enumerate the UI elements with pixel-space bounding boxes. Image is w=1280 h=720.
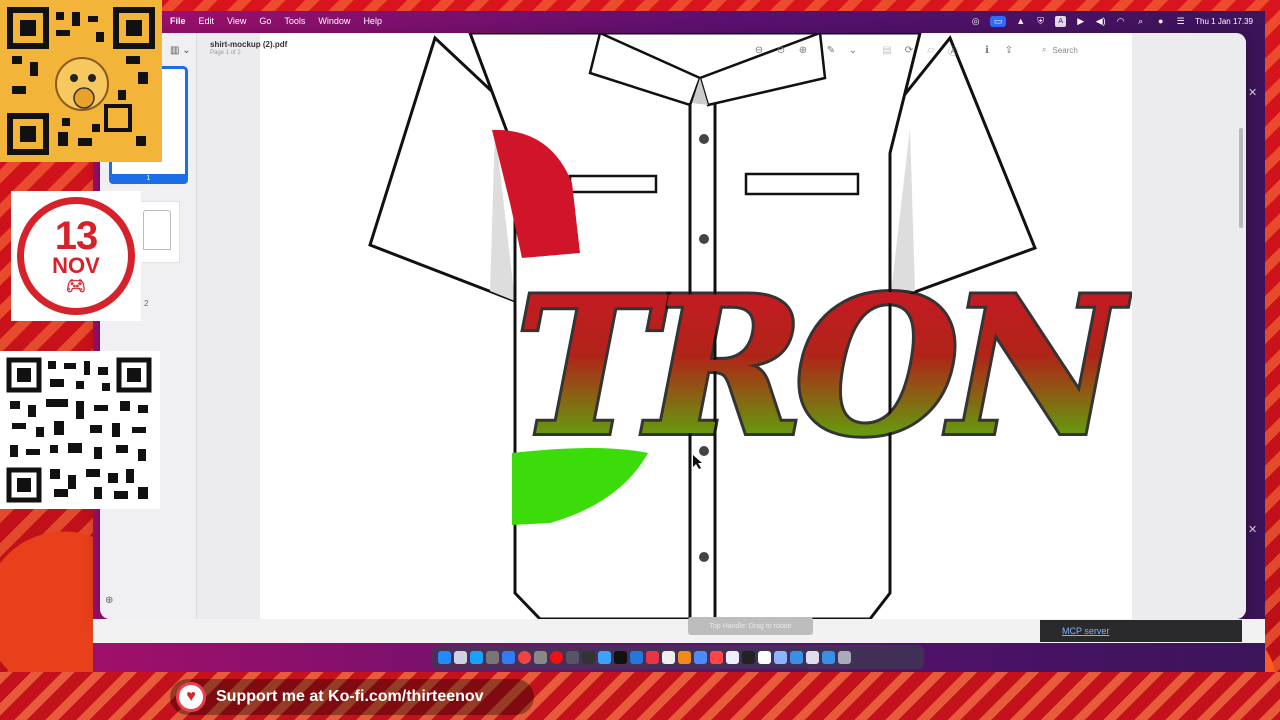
preview-toolbar: ⊖ ⊙ ⊕ ✎ ⌄ ▤ ⟳ ▱ Ⓐ ℹ ⇪ [752, 40, 1016, 60]
volume-icon[interactable]: ◀) [1095, 16, 1106, 27]
menu-help[interactable]: Help [363, 16, 382, 26]
panel-close-icon-bottom[interactable]: ✕ [1248, 523, 1257, 536]
search-icon[interactable]: ⌕ [1135, 16, 1146, 27]
mcp-server-link[interactable]: MCP server [1040, 620, 1242, 642]
document-dock-icon[interactable] [806, 650, 819, 664]
rotate-icon[interactable]: ⟳ [902, 43, 916, 57]
text-input-icon[interactable]: A [1055, 15, 1067, 27]
creative-cloud-icon[interactable]: ◎ [970, 16, 981, 27]
thirteenov-badge: 13 NOV 🎮︎ [11, 191, 141, 321]
badge-number: 13 [54, 214, 98, 258]
vlc-dock-icon[interactable] [678, 650, 691, 664]
app-dock-icon-21[interactable] [758, 650, 771, 664]
info-icon[interactable]: ℹ [980, 43, 994, 57]
folder-dock-icon-1[interactable] [790, 650, 803, 664]
sidebar-toggle-icon[interactable]: ▥ ⌄ [170, 45, 191, 56]
shirt-button-1 [699, 134, 709, 144]
capcut-dock-icon[interactable] [742, 650, 755, 664]
trash-dock-icon[interactable] [838, 650, 851, 664]
document-page-count: Page 1 of 2 [210, 50, 241, 56]
search-field[interactable]: ⌕ Search [1042, 40, 1238, 60]
opera-dock-icon[interactable] [550, 650, 563, 664]
dock [432, 645, 924, 669]
zoom-in-icon[interactable]: ⊕ [796, 43, 810, 57]
app-dock-icon-11[interactable] [598, 650, 611, 664]
qr-code-mascot-image [6, 6, 156, 156]
kofi-banner: ♥ Support me at Ko-fi.com/thirteenov [170, 679, 534, 715]
text-box-icon[interactable]: ▤ [880, 43, 894, 57]
window-title-block: shirt-mockup (2).pdf Page 1 of 2 [210, 40, 287, 56]
app-dock-icon-10[interactable] [582, 650, 595, 664]
gamepad-icon: 🎮︎ [65, 278, 87, 295]
zoom-out-icon[interactable]: ⊖ [752, 43, 766, 57]
control-center-icon[interactable]: ☰ [1175, 16, 1186, 27]
qr-code-bottom-image [6, 357, 152, 503]
preview-dock-icon[interactable] [662, 650, 675, 664]
search-placeholder: Search [1052, 45, 1078, 55]
annotate-circle-icon[interactable]: Ⓐ [946, 43, 960, 58]
utility-dock-icon[interactable] [534, 650, 547, 664]
kofi-heart-icon: ♥ [176, 682, 206, 712]
menu-bar: File Edit View Go Tools Window Help ◎ ▭ … [93, 11, 1265, 31]
shield-icon[interactable]: ⛨ [1035, 16, 1046, 27]
folder-dock-icon-2[interactable] [822, 650, 835, 664]
zoom-fit-icon[interactable]: ⊙ [774, 43, 788, 57]
app-dock-icon-22[interactable] [774, 650, 787, 664]
share-icon[interactable]: ⇪ [1002, 43, 1016, 57]
menu-view[interactable]: View [227, 16, 246, 26]
screen-mirror-icon[interactable]: ▭ [990, 15, 1007, 27]
wifi-icon[interactable]: ◠ [1115, 16, 1126, 27]
badge-month: NOV [52, 253, 100, 278]
chrome-dock-icon[interactable] [518, 650, 531, 664]
pdf-page: TRON [260, 33, 1132, 619]
play-icon[interactable]: ▶ [1075, 16, 1086, 27]
menu-tools[interactable]: Tools [284, 16, 305, 26]
settings-dock-icon[interactable] [486, 650, 499, 664]
app-dock-icon-13[interactable] [630, 650, 643, 664]
terminal-dock-icon[interactable] [614, 650, 627, 664]
highlight-icon[interactable]: ▱ [924, 43, 938, 57]
panel-close-icon-top[interactable]: ✕ [1248, 86, 1257, 99]
app-dock-icon-18[interactable] [710, 650, 723, 664]
thumbnail-page-2-label: 2 [144, 299, 149, 308]
safari-dock-icon[interactable] [502, 650, 515, 664]
menu-edit[interactable]: Edit [199, 16, 215, 26]
siri-icon[interactable]: ● [1155, 16, 1166, 27]
menu-window[interactable]: Window [318, 16, 350, 26]
shirt-button-2 [699, 234, 709, 244]
launchpad-dock-icon[interactable] [454, 650, 467, 664]
qr-code-top [0, 0, 162, 162]
app-store-dock-icon[interactable] [470, 650, 483, 664]
markup-pen-icon[interactable]: ✎ [824, 43, 838, 57]
acrobat-dock-icon[interactable] [646, 650, 659, 664]
vertical-scrollbar[interactable] [1239, 128, 1243, 228]
app-dock-icon-19[interactable] [726, 650, 739, 664]
finder-dock-icon[interactable] [438, 650, 451, 664]
search-magnifier-icon: ⌕ [1042, 45, 1047, 54]
menu-clock[interactable]: Thu 1 Jan 17.39 [1195, 17, 1253, 26]
menu-file[interactable]: File [170, 16, 186, 26]
add-page-icon[interactable]: ⊕ [105, 595, 113, 606]
thumbnail-page-1-label: 1 [109, 174, 188, 184]
document-title: shirt-mockup (2).pdf [210, 40, 288, 49]
shirt-button-4 [699, 552, 709, 562]
shirt-print-text: TRON [515, 255, 1130, 478]
menu-go[interactable]: Go [259, 16, 271, 26]
proton-dock-icon[interactable] [566, 650, 579, 664]
vlc-icon[interactable]: ▲ [1015, 16, 1026, 27]
markup-chevron-down-icon[interactable]: ⌄ [846, 43, 860, 57]
kofi-text: Support me at Ko-fi.com/thirteenov [216, 688, 484, 705]
document-view[interactable]: TRON [197, 33, 1246, 619]
app-dock-icon-17[interactable] [694, 650, 707, 664]
shirt-mockup-image: TRON [368, 33, 1132, 619]
rotate-handle-tooltip: Top Handle: Drag to rotate [688, 617, 813, 635]
qr-code-bottom [0, 351, 160, 509]
preview-window: ▥ ⌄ 1 2 ⊕ TRON shirt-mockup (2).pdf Page… [100, 33, 1246, 619]
